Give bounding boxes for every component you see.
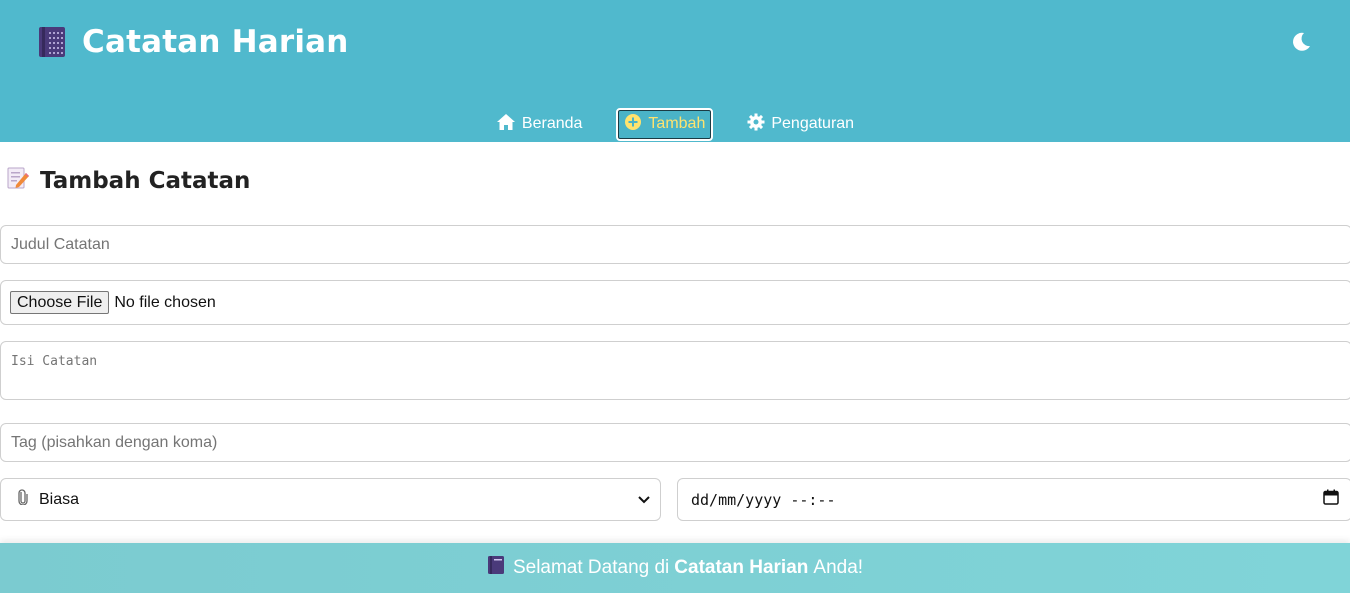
footer-prefix: Selamat Datang di <box>512 557 670 578</box>
footer-suffix: Anda! <box>813 557 864 578</box>
theme-toggle-button[interactable] <box>1288 30 1314 56</box>
main-nav: Beranda Tambah Pengaturan <box>0 106 1350 142</box>
nav-item-pengaturan[interactable]: Pengaturan <box>739 108 862 141</box>
memo-icon <box>6 166 30 195</box>
notebook-icon <box>487 555 505 581</box>
footer-brand: Catatan Harian <box>674 557 809 578</box>
file-status: No file chosen <box>114 293 216 311</box>
content-textarea[interactable] <box>1 342 1350 399</box>
datetime-input[interactable]: dd/mm/yyyy --:-- <box>677 478 1350 521</box>
app-header: Catatan Harian <box>0 0 1350 106</box>
priority-select[interactable]: Biasa <box>0 478 661 521</box>
chevron-down-icon <box>638 491 650 509</box>
gear-icon <box>747 113 771 136</box>
nav-item-tambah[interactable]: Tambah <box>616 107 714 141</box>
plus-circle-icon <box>624 113 648 136</box>
app-title: Catatan Harian <box>82 24 349 60</box>
tags-input[interactable] <box>1 424 1350 461</box>
priority-selected-value: Biasa <box>39 490 80 508</box>
nav-label-tambah: Tambah <box>648 115 706 132</box>
nav-label-pengaturan: Pengaturan <box>771 115 855 132</box>
file-field-container: Choose File No file chosen <box>0 280 1350 325</box>
title-field-container <box>0 225 1350 264</box>
nav-label-beranda: Beranda <box>521 115 583 132</box>
notebook-icon <box>38 26 66 58</box>
home-icon <box>496 113 522 136</box>
page-title-text: Tambah Catatan <box>40 167 251 194</box>
content-field-container <box>0 341 1350 400</box>
calendar-icon[interactable] <box>1323 489 1339 510</box>
title-input[interactable] <box>1 226 1350 263</box>
choose-file-button[interactable]: Choose File <box>10 291 110 314</box>
page-title: Tambah Catatan <box>6 166 250 195</box>
welcome-footer: Selamat Datang di Catatan Harian Anda! <box>0 543 1350 593</box>
datetime-value: dd/mm/yyyy --:-- <box>691 490 836 509</box>
paperclip-icon <box>17 489 29 510</box>
tags-field-container <box>0 423 1350 462</box>
moon-icon <box>1289 32 1313 57</box>
nav-item-beranda[interactable]: Beranda <box>488 108 591 141</box>
brand: Catatan Harian <box>38 24 349 60</box>
